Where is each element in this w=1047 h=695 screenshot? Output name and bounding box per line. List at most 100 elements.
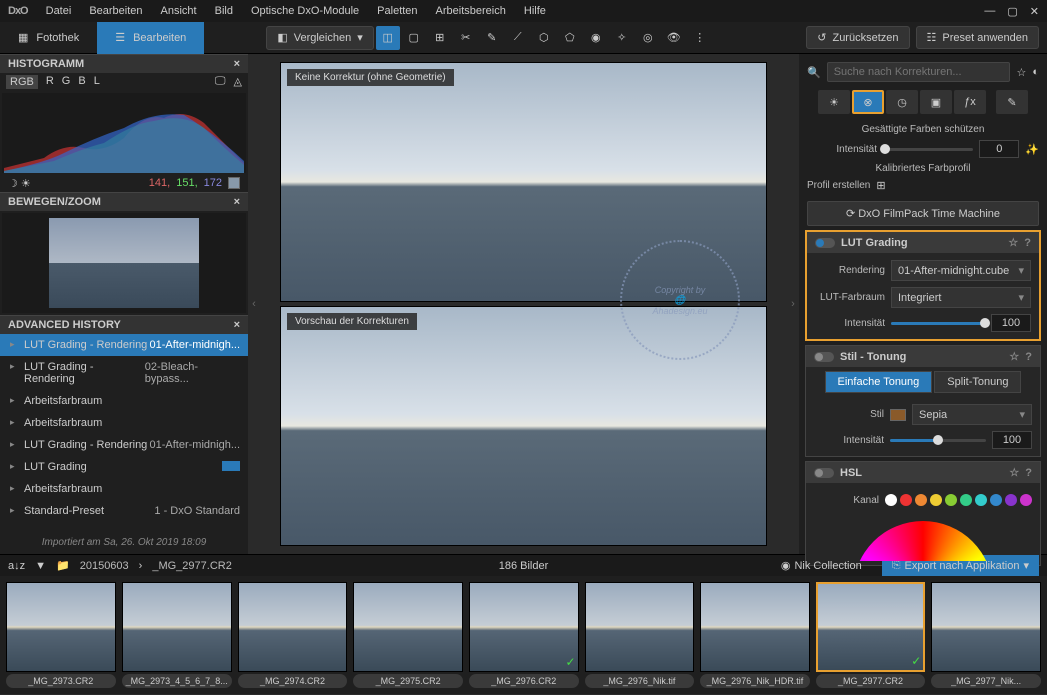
panel-collapse-right[interactable]: › — [787, 54, 799, 554]
lut-header[interactable]: LUT Grading ☆ ? — [807, 232, 1039, 253]
star-icon[interactable]: ☆ — [1009, 466, 1019, 479]
hsl-header[interactable]: HSL ☆ ? — [806, 462, 1040, 483]
channel-g[interactable]: G — [62, 75, 71, 89]
breadcrumb-folder[interactable]: 20150603 — [80, 560, 129, 572]
color-wheel[interactable] — [814, 521, 1032, 561]
star-icon[interactable]: ☆ — [1008, 236, 1018, 249]
menu-file[interactable]: Datei — [46, 5, 72, 17]
redeye-icon[interactable]: ◎ — [636, 26, 660, 50]
reset-button[interactable]: ↺ Zurücksetzen — [806, 26, 909, 49]
more-icon[interactable]: ⋮ — [688, 26, 712, 50]
history-item[interactable]: LUT Grading - Rendering01-After-midnigh.… — [0, 434, 248, 456]
point-icon[interactable]: ⬠ — [558, 26, 582, 50]
split-view-icon[interactable]: ◫ — [376, 26, 400, 50]
channel-dot[interactable] — [885, 494, 897, 506]
tab-effects-icon[interactable]: ƒx — [954, 90, 986, 114]
film-item[interactable]: _MG_2975.CR2 — [353, 582, 463, 688]
channel-dot[interactable] — [960, 494, 972, 506]
star-icon[interactable]: ☆ — [1009, 350, 1019, 363]
horizon-icon[interactable]: ⟋ — [506, 26, 530, 50]
channel-l[interactable]: L — [94, 75, 100, 89]
style-intensity-slider[interactable] — [890, 439, 986, 442]
mask-icon[interactable]: ◉ — [584, 26, 608, 50]
image-before[interactable]: Keine Korrektur (ohne Geometrie) — [280, 62, 767, 302]
style-intensity-input[interactable] — [992, 431, 1032, 449]
preset-button[interactable]: ☷ Preset anwenden — [916, 26, 1040, 49]
tab-color-icon[interactable]: ⊗ — [852, 90, 884, 114]
tab-fotothek[interactable]: ▦ Fotothek — [0, 22, 97, 54]
crop-icon[interactable]: ✂ — [454, 26, 478, 50]
channel-r[interactable]: R — [46, 75, 54, 89]
history-item[interactable]: Arbeitsfarbraum — [0, 412, 248, 434]
intensity-slider[interactable] — [883, 148, 973, 151]
channel-b[interactable]: B — [78, 75, 85, 89]
menu-modules[interactable]: Optische DxO-Module — [251, 5, 359, 17]
split-toning-button[interactable]: Split-Tonung — [934, 371, 1021, 393]
channel-dot[interactable] — [900, 494, 912, 506]
sort-icon[interactable]: a↓z — [8, 560, 25, 572]
tab-light-icon[interactable]: ☀ — [818, 90, 850, 114]
menu-help[interactable]: Hilfe — [524, 5, 546, 17]
close-icon[interactable]: ✕ — [1030, 5, 1039, 18]
single-view-icon[interactable]: ▢ — [402, 26, 426, 50]
film-item[interactable]: _MG_2976_Nik.tif — [585, 582, 695, 688]
channel-rgb[interactable]: RGB — [6, 75, 38, 89]
help-icon[interactable]: ? — [1025, 351, 1032, 363]
filter-icon[interactable]: ▼ — [35, 560, 46, 572]
lut-intensity-slider[interactable] — [891, 322, 985, 325]
eye-icon[interactable]: 👁 — [662, 26, 686, 50]
tab-detail-icon[interactable]: ◷ — [886, 90, 918, 114]
film-item[interactable]: _MG_2976_Nik_HDR.tif — [700, 582, 810, 688]
film-item[interactable]: _MG_2974.CR2 — [238, 582, 348, 688]
rendering-dropdown[interactable]: 01-After-midnight.cube — [891, 260, 1031, 281]
history-item[interactable]: Arbeitsfarbraum — [0, 390, 248, 412]
channel-dot[interactable] — [1005, 494, 1017, 506]
search-input[interactable] — [827, 62, 1011, 82]
stil-dropdown[interactable]: Sepia — [912, 404, 1032, 425]
film-item[interactable]: _MG_2973.CR2 — [6, 582, 116, 688]
profile-icon[interactable]: ⊞ — [876, 179, 885, 192]
tab-local-icon[interactable]: ✎ — [996, 90, 1028, 114]
menu-workspace[interactable]: Arbeitsbereich — [436, 5, 506, 17]
film-item[interactable]: ✓_MG_2976.CR2 — [469, 582, 579, 688]
timemachine-button[interactable]: ⟳ DxO FilmPack Time Machine — [807, 201, 1039, 226]
history-item[interactable]: LUT Grading - Rendering02-Bleach-bypass.… — [0, 356, 248, 390]
channel-dot[interactable] — [1020, 494, 1032, 506]
lut-space-dropdown[interactable]: Integriert — [891, 287, 1031, 308]
history-item[interactable]: Standard-Preset1 - DxO Standard — [0, 500, 248, 522]
grid-view-icon[interactable]: ⊞ — [428, 26, 452, 50]
toggle-icon[interactable]: ◐ — [1032, 66, 1039, 78]
film-item[interactable]: _MG_2977_Nik... — [931, 582, 1041, 688]
repair-icon[interactable]: ✧ — [610, 26, 634, 50]
minimize-icon[interactable]: — — [984, 5, 995, 18]
channel-dot[interactable] — [975, 494, 987, 506]
perspective-icon[interactable]: ⬡ — [532, 26, 556, 50]
wand-icon[interactable]: ✨ — [1025, 143, 1039, 156]
menu-edit[interactable]: Bearbeiten — [89, 5, 142, 17]
close-icon[interactable]: × — [234, 58, 240, 70]
channel-dot[interactable] — [990, 494, 1002, 506]
channel-dot[interactable] — [930, 494, 942, 506]
style-toggle[interactable] — [814, 352, 834, 362]
panel-collapse-left[interactable]: ‹ — [248, 54, 260, 554]
tab-bearbeiten[interactable]: ☰ Bearbeiten — [97, 22, 204, 54]
lut-intensity-input[interactable] — [991, 314, 1031, 332]
image-after[interactable]: Vorschau der Korrekturen — [280, 306, 767, 546]
breadcrumb-file[interactable]: _MG_2977.CR2 — [152, 560, 232, 572]
star-icon[interactable]: ☆ — [1016, 66, 1026, 79]
maximize-icon[interactable]: ▢ — [1007, 5, 1017, 18]
film-item[interactable]: ✓_MG_2977.CR2 — [816, 582, 926, 688]
monitor-icon[interactable]: 🖵 — [215, 75, 226, 89]
help-icon[interactable]: ? — [1024, 237, 1031, 249]
help-icon[interactable]: ? — [1025, 467, 1032, 479]
compare-button[interactable]: ◧ Vergleichen ▾ — [266, 26, 373, 50]
tab-geometry-icon[interactable]: ▣ — [920, 90, 952, 114]
history-item[interactable]: Arbeitsfarbraum — [0, 478, 248, 500]
hsl-toggle[interactable] — [814, 468, 834, 478]
simple-toning-button[interactable]: Einfache Tonung — [825, 371, 933, 393]
menu-image[interactable]: Bild — [215, 5, 233, 17]
close-icon[interactable]: × — [234, 319, 240, 331]
history-item[interactable]: LUT Grading — [0, 456, 248, 478]
style-header[interactable]: Stil - Tonung ☆ ? — [806, 346, 1040, 367]
zoom-preview[interactable] — [2, 213, 246, 313]
